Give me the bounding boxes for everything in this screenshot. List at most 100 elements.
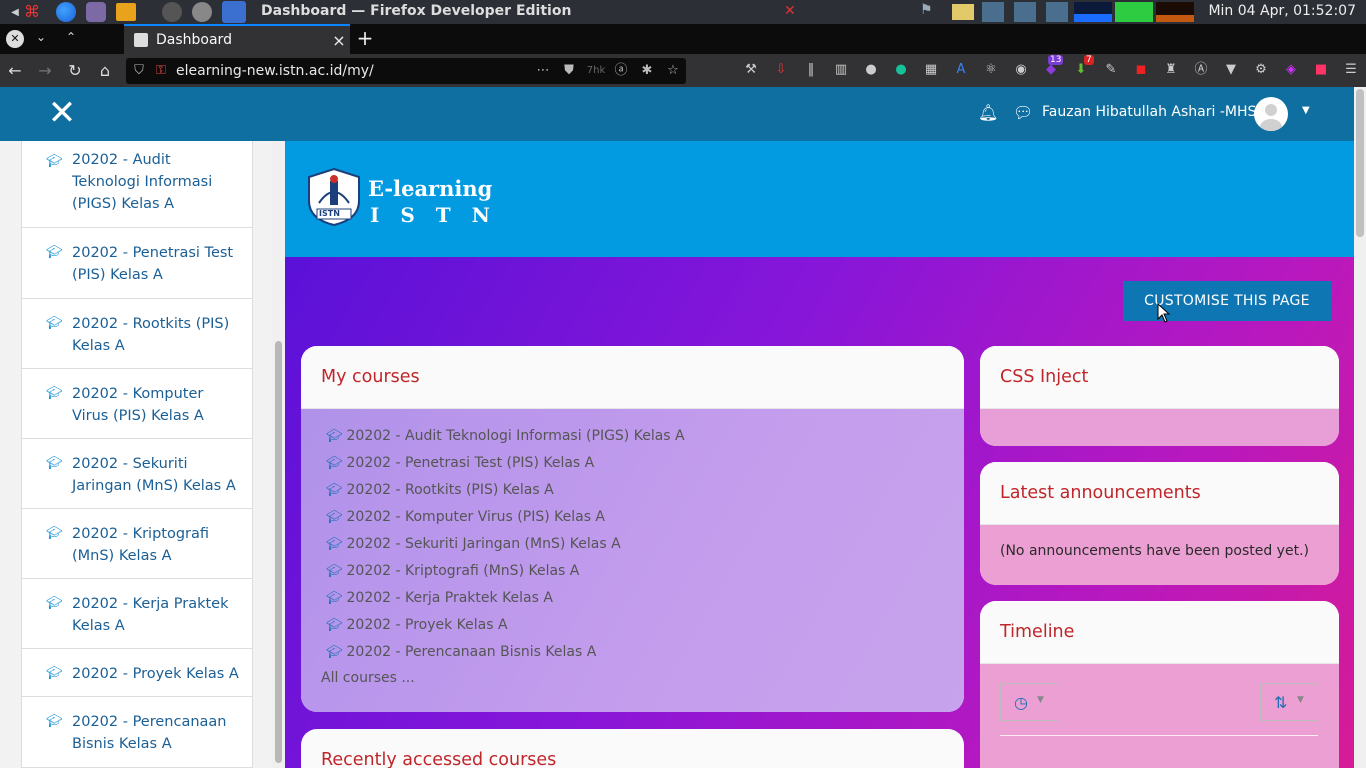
all-courses-link[interactable]: All courses ... — [321, 670, 944, 686]
new-tab-icon[interactable]: + — [354, 28, 376, 50]
hat-icon[interactable]: ♜ — [1161, 60, 1181, 80]
avatar[interactable] — [1254, 97, 1288, 131]
menu-hamburger-icon[interactable]: ☰ — [1341, 60, 1361, 80]
invision-icon[interactable]: ■ — [1311, 60, 1331, 80]
task-firefox-dev-icon[interactable] — [222, 1, 246, 23]
tray-app3-icon[interactable] — [1046, 2, 1068, 22]
drawer-item-course[interactable]: 🎓︎ 20202 - Audit Teknologi Informasi (PI… — [21, 141, 253, 228]
page-actions-icon[interactable]: ⋯ — [534, 62, 552, 80]
course-link[interactable]: 🎓︎ 20202 - Rootkits (PIS) Kelas A — [326, 479, 944, 506]
course-link[interactable]: 🎓︎ 20202 - Penetrasi Test (PIS) Kelas A — [326, 452, 944, 479]
close-icon[interactable]: ✕ — [6, 30, 24, 48]
tray-network-icon[interactable]: ⚑ — [920, 2, 942, 22]
tray-app1-icon[interactable] — [982, 2, 1004, 22]
pen-icon[interactable]: ✎ — [1101, 60, 1121, 80]
drawer-item-course[interactable]: 🎓︎ 20202 - Komputer Virus (PIS) Kelas A — [21, 369, 253, 439]
tab-strip: ✕ ⌄ ⌃ Dashboard × + — [0, 24, 1366, 54]
drawer-scrollbar[interactable] — [272, 141, 285, 768]
drawer-item-course[interactable]: 🎓︎ 20202 - Proyek Kelas A — [21, 649, 253, 697]
notification-bell-icon[interactable]: 🔔︎ — [978, 103, 998, 122]
library-icon[interactable]: ‖ — [801, 60, 821, 80]
course-title[interactable]: 20202 - Perencanaan Bisnis Kelas A — [347, 644, 597, 660]
chevron-up-icon[interactable]: ⌃ — [66, 30, 76, 44]
home-icon[interactable]: ⌂ — [94, 60, 116, 82]
drawer-item-course[interactable]: 🎓︎ 20202 - Kerja Praktek Kelas A — [21, 579, 253, 649]
customise-page-button[interactable]: CUSTOMISE THIS PAGE — [1123, 281, 1331, 321]
drawer-item-course[interactable]: 🎓︎ 20202 - Kriptografi (MnS) Kelas A — [21, 509, 253, 579]
download-icon[interactable]: ⇩ — [771, 60, 791, 80]
app-launcher-icon[interactable] — [86, 2, 106, 22]
app-grid-icon[interactable]: ⌘ — [24, 3, 42, 21]
course-title[interactable]: 20202 - Komputer Virus (PIS) Kelas A — [347, 509, 606, 525]
timeline-filter-button[interactable]: ◷ ▼ — [1000, 683, 1058, 721]
vue-icon[interactable]: ▼ — [1221, 60, 1241, 80]
gear-icon[interactable]: ⚙ — [1251, 60, 1271, 80]
graduation-cap-icon: 🎓︎ — [46, 456, 63, 471]
user-name[interactable]: Fauzan Hibatullah Ashari -MHS — [1042, 104, 1256, 120]
course-link[interactable]: 🎓︎ 20202 - Sekuriti Jaringan (MnS) Kelas … — [326, 533, 944, 560]
drawer-item-course[interactable]: 🎓︎ 20202 - Penetrasi Test (PIS) Kelas A — [21, 228, 253, 299]
tracking-shield-icon[interactable]: ⛉ — [130, 62, 148, 80]
course-link[interactable]: 🎓︎ 20202 - Kriptografi (MnS) Kelas A — [326, 560, 944, 587]
url-text[interactable]: elearning-new.istn.ac.id/my/ — [176, 63, 374, 79]
extension-colorful-icon[interactable]: ◈ — [1281, 60, 1301, 80]
bookmark-star-icon[interactable]: ☆ — [664, 62, 682, 80]
reload-icon[interactable]: ↻ — [64, 60, 86, 82]
page-scroll-thumb[interactable] — [1356, 89, 1364, 237]
tab-dashboard[interactable]: Dashboard × — [124, 24, 350, 54]
forward-icon[interactable]: → — [34, 60, 56, 82]
drawer-item-course[interactable]: 🎓︎ 20202 - Perencanaan Bisnis Kelas A — [21, 697, 253, 768]
user-menu-caret-icon[interactable]: ▼ — [1302, 105, 1310, 116]
tab-close-icon[interactable]: × — [328, 31, 350, 50]
chevron-down-icon: ▼ — [1297, 695, 1304, 705]
tray-mail-icon[interactable] — [952, 4, 974, 20]
course-title[interactable]: 20202 - Kriptografi (MnS) Kelas A — [347, 563, 580, 579]
devtools-wrench-icon[interactable]: ⚒ — [741, 60, 761, 80]
course-title[interactable]: 20202 - Proyek Kelas A — [347, 617, 508, 633]
file-manager-icon[interactable] — [116, 3, 136, 21]
cookie-icon[interactable]: ◉ — [1011, 60, 1031, 80]
insecure-lock-icon[interactable]: ⚿ — [152, 62, 170, 80]
page-header: ISTN E-learning I S T N — [285, 141, 1354, 257]
account-icon[interactable]: ● — [861, 60, 881, 80]
course-link[interactable]: 🎓︎ 20202 - Komputer Virus (PIS) Kelas A — [326, 506, 944, 533]
course-title[interactable]: 20202 - Kerja Praktek Kelas A — [347, 590, 553, 606]
back-icon[interactable]: ← — [4, 60, 26, 82]
color-picker-icon[interactable]: ◼ — [1131, 60, 1151, 80]
course-title[interactable]: 20202 - Sekuriti Jaringan (MnS) Kelas A — [347, 536, 621, 552]
chevron-down-icon[interactable]: ⌄ — [36, 30, 46, 44]
task-settings-icon[interactable] — [192, 2, 212, 22]
react-devtools-icon[interactable]: ⚛ — [981, 60, 1001, 80]
grammarly-icon[interactable]: ● — [891, 60, 911, 80]
translate-icon[interactable]: A — [951, 60, 971, 80]
timeline-sort-button[interactable]: ⇅ ▼ — [1260, 683, 1318, 721]
course-link[interactable]: 🎓︎ 20202 - Perencanaan Bisnis Kelas A — [326, 641, 944, 668]
sidebar-icon[interactable]: ▥ — [831, 60, 851, 80]
course-title[interactable]: 20202 - Audit Teknologi Informasi (PIGS)… — [347, 428, 685, 444]
close-drawer-icon[interactable]: ✕ — [46, 96, 78, 131]
drawer-item-course[interactable]: 🎓︎ 20202 - Sekuriti Jaringan (MnS) Kelas… — [21, 439, 253, 509]
drawer-item-label: 20202 - Kriptografi (MnS) Kelas A — [72, 526, 210, 564]
close-window-icon[interactable]: ✕ — [784, 3, 796, 19]
task-firefox-dark-icon[interactable] — [162, 2, 182, 22]
page-scrollbar[interactable] — [1354, 87, 1366, 768]
url-bar[interactable]: ⛉ ⚿ elearning-new.istn.ac.id/my/ ⋯ ⛊ 7hk… — [126, 58, 686, 84]
graduation-cap-icon: 🎓︎ — [46, 154, 63, 169]
pocket-icon[interactable]: ⛊ — [560, 62, 578, 80]
course-title[interactable]: 20202 - Rootkits (PIS) Kelas A — [347, 482, 554, 498]
messages-icon[interactable]: 💬︎ — [1013, 103, 1033, 122]
font-icon[interactable]: Ⓐ — [1191, 60, 1211, 80]
drawer-item-course[interactable]: 🎓︎ 20202 - Rootkits (PIS) Kelas A — [21, 299, 253, 369]
drawer-scroll-thumb[interactable] — [275, 341, 282, 763]
extension-grid-icon[interactable]: ▦ — [921, 60, 941, 80]
extension-a-icon[interactable]: ⓐ — [612, 62, 630, 80]
graduation-cap-icon: 🎓︎ — [326, 456, 343, 471]
course-link[interactable]: 🎓︎ 20202 - Kerja Praktek Kelas A — [326, 587, 944, 614]
tray-app2-icon[interactable] — [1014, 2, 1036, 22]
workspace-left-arrow-icon[interactable]: ◀ — [4, 3, 26, 21]
course-link[interactable]: 🎓︎ 20202 - Proyek Kelas A — [326, 614, 944, 641]
course-link[interactable]: 🎓︎ 20202 - Audit Teknologi Informasi (PIG… — [326, 425, 944, 452]
course-title[interactable]: 20202 - Penetrasi Test (PIS) Kelas A — [347, 455, 595, 471]
firefox-launcher-icon[interactable] — [56, 2, 76, 22]
extension-bug-icon[interactable]: ✱ — [638, 62, 656, 80]
